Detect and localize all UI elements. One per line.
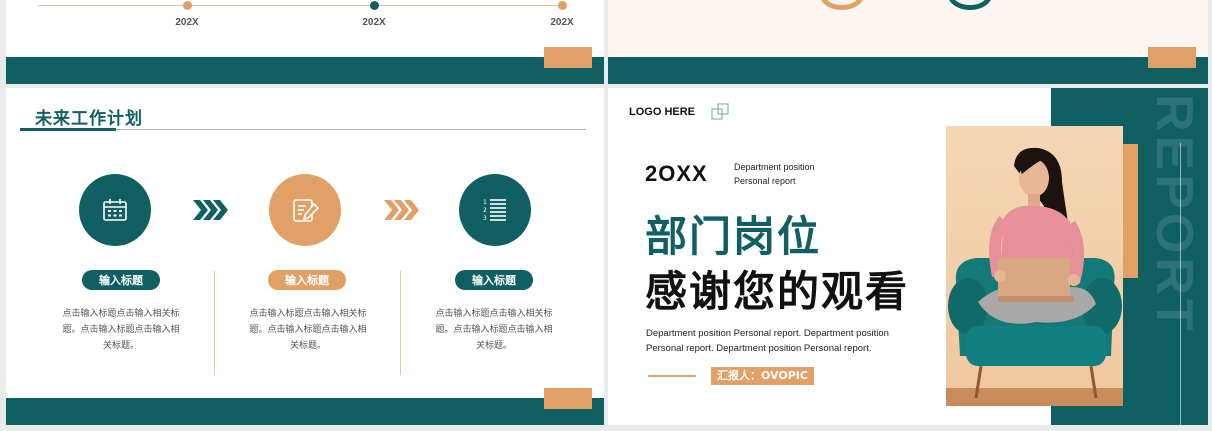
step-title[interactable]: 输入标题 <box>455 270 533 290</box>
logo-text: LOGO HERE <box>629 106 696 118</box>
dept-line: Department position <box>734 162 815 172</box>
step-description[interactable]: 点击输入标题点击输入相关标题。点击输入标题点击输入相关标题。 <box>61 306 181 354</box>
list-icon: 1 2 3 <box>483 199 506 222</box>
panel-line <box>1180 143 1181 425</box>
step-description[interactable]: 点击输入标题点击输入相关标题。点击输入标题点击输入相关标题。 <box>434 306 554 354</box>
footer-bar <box>6 57 604 84</box>
timeline-year: 202X <box>362 17 386 28</box>
reporter-dash <box>648 375 696 377</box>
step-circle: 1 2 3 <box>459 174 531 246</box>
body-paragraph: Department position Personal report. Dep… <box>646 328 889 354</box>
logo-icon <box>711 103 729 120</box>
calendar-icon <box>103 199 127 221</box>
title-underline-accent <box>20 128 116 131</box>
column-divider <box>400 271 401 375</box>
report-year: 2OXX <box>645 161 708 186</box>
cover-slide-fragment[interactable] <box>608 0 1208 84</box>
headline-black: 感谢您的观看 <box>645 267 910 316</box>
step-description[interactable]: 点击输入标题点击输入相关标题。点击输入标题点击输入相关标题。 <box>248 306 368 354</box>
timeline-dot <box>558 1 567 10</box>
dept-line: Personal report <box>734 176 796 186</box>
timeline-line <box>38 5 564 6</box>
timeline-dot <box>183 1 192 10</box>
closing-slide[interactable]: LOGO HERE 2OXX Department position Perso… <box>608 88 1208 425</box>
timeline-dot <box>370 1 379 10</box>
chevrons-right-icon <box>384 200 419 220</box>
woman-illustration <box>946 147 1123 406</box>
timeline-year: 202X <box>550 17 574 28</box>
ring-decoration <box>948 0 992 10</box>
page-title: 未来工作计划 <box>35 109 143 129</box>
timeline-slide[interactable]: 202X 202X 202X <box>6 0 604 84</box>
svg-text:1: 1 <box>483 199 487 206</box>
svg-text:2: 2 <box>483 207 487 214</box>
footer-tag <box>1148 47 1196 68</box>
footer-tag <box>544 47 592 68</box>
reporter-label[interactable]: 汇报人：OVOPIC <box>711 367 814 385</box>
edit-icon <box>293 199 320 222</box>
woman-photo <box>946 126 1123 406</box>
chevrons-right-icon <box>193 200 228 220</box>
step-title[interactable]: 输入标题 <box>268 270 346 290</box>
ring-decoration <box>820 0 864 10</box>
work-plan-slide[interactable]: 未来工作计划 1 2 3 输入标题 输入标题 输入标题 点击输入标题点击输入相关… <box>6 88 604 425</box>
report-watermark: REPORT <box>1145 94 1203 335</box>
step-circle <box>79 174 151 246</box>
step-title[interactable]: 输入标题 <box>82 270 160 290</box>
footer-bar <box>6 398 604 425</box>
footer-tag <box>544 388 592 409</box>
slide-grid: 202X 202X 202X 未来工作计划 1 2 3 输入标题 输入标题 输入… <box>0 0 1212 431</box>
headline-teal: 部门岗位 <box>645 212 822 261</box>
step-circle <box>269 174 341 246</box>
svg-text:3: 3 <box>483 215 487 222</box>
footer-bar <box>608 57 1208 84</box>
timeline-year: 202X <box>175 17 199 28</box>
column-divider <box>214 271 215 375</box>
